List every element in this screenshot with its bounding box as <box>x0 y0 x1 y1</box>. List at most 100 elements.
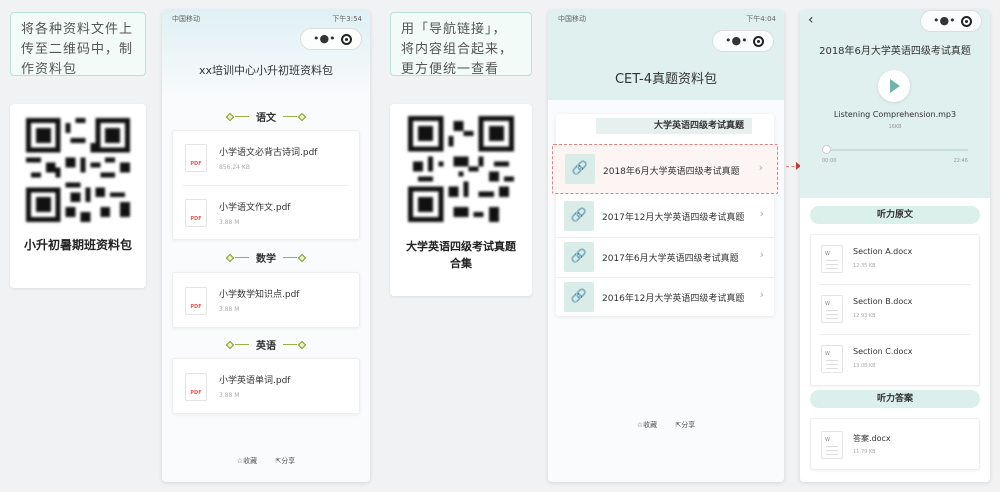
link-item[interactable]: 🔗 2016年12月大学英语四级考试真题 › <box>556 278 774 316</box>
file-name: Section C.docx <box>853 347 913 356</box>
file-item[interactable]: PDF 小学数学知识点.pdf 3.88 M <box>183 273 349 329</box>
collect-button[interactable]: ☆收藏 <box>637 420 657 430</box>
mini-program-capsule[interactable]: •●• <box>920 10 982 32</box>
time-start: 00:00 <box>822 158 837 164</box>
file-name: Section A.docx <box>853 247 913 256</box>
link-item[interactable]: 🔗 2017年12月大学英语四级考试真题 › <box>556 198 774 238</box>
more-icon[interactable]: •●• <box>313 33 336 45</box>
qr-card-2: 大学英语四级考试真题 合集 <box>390 104 532 296</box>
more-icon[interactable]: •●• <box>725 35 748 47</box>
section-header-chinese: 语文 <box>162 109 370 124</box>
link-item-highlighted[interactable]: 🔗 2018年6月大学英语四级考试真题 › <box>552 144 778 194</box>
link-icon: 🔗 <box>565 154 595 184</box>
docx-icon: W <box>821 431 843 459</box>
file-size: 11.79 KB <box>853 449 876 455</box>
phone-screen-1: 中国移动 下午3:54 •●• xx培训中心小升初班资料包 语文 PDF 小学语… <box>162 10 370 482</box>
link-icon: 🔗 <box>564 201 594 231</box>
play-icon <box>890 79 900 93</box>
mini-program-capsule[interactable]: •●• <box>300 28 362 50</box>
more-icon[interactable]: •●• <box>933 15 956 27</box>
file-size: 13.08 KB <box>853 363 876 369</box>
status-bar: 中国移动 下午3:54 <box>162 10 370 24</box>
share-button[interactable]: ⇱分享 <box>675 420 695 430</box>
file-item[interactable]: W Section A.docx 12.35 KB <box>819 235 971 285</box>
section-header-math: 数学 <box>162 250 370 265</box>
link-item[interactable]: 🔗 2017年6月大学英语四级考试真题 › <box>556 238 774 278</box>
diamond-icon <box>225 253 235 262</box>
note-line: 将各种资料文件上 <box>21 22 134 37</box>
callout-note-1: 将各种资料文件上 传至二维码中，制 作资料包 <box>10 12 146 77</box>
file-name: 小学语文必背古诗词.pdf <box>219 148 318 158</box>
pdf-icon: PDF <box>185 144 207 172</box>
section-header-transcript: 听力原文 <box>810 206 980 224</box>
carrier-label: 中国移动 <box>172 15 200 23</box>
qr-card-1: 小升初暑期班资料包 <box>10 104 146 288</box>
chevron-right-icon: › <box>758 161 763 174</box>
qr-code[interactable] <box>408 116 514 222</box>
file-item[interactable]: PDF 小学英语单词.pdf 3.88 M <box>183 359 349 415</box>
page-title: CET-4真题资料包 <box>614 72 717 87</box>
file-item[interactable]: W 答案.docx 11.79 KB <box>819 419 971 471</box>
time-label: 下午3:54 <box>332 15 362 23</box>
note-line: 用「导航链接」， <box>401 22 507 37</box>
file-size: 3.88 M <box>219 306 240 313</box>
pdf-icon: PDF <box>185 287 207 315</box>
diamond-icon <box>225 340 235 349</box>
file-size: 3.88 M <box>219 219 240 226</box>
tab-label-text: 大学英语四级考试真题 <box>653 121 744 131</box>
file-size: 3.88 M <box>219 392 240 399</box>
file-size: 12.93 KB <box>853 313 876 319</box>
diamond-icon <box>225 112 235 121</box>
file-item[interactable]: W Section C.docx 13.08 KB <box>819 335 971 385</box>
page-title: xx培训中心小升初班资料包 <box>198 64 334 77</box>
tab-label[interactable]: 大学英语四级考试真题 <box>596 118 752 134</box>
note-line: 将内容组合起来， <box>401 42 514 57</box>
link-list-card: 大学英语四级考试真题 🔗 2018年6月大学英语四级考试真题 › 🔗 2017年… <box>552 114 778 316</box>
file-name: Section B.docx <box>853 297 913 306</box>
audio-name: Listening Comprehension.mp3 <box>833 110 957 119</box>
back-arrow-icon[interactable]: ‹ <box>808 12 814 28</box>
play-button[interactable] <box>878 70 910 102</box>
header-bg <box>800 10 990 198</box>
share-button[interactable]: ⇱分享 <box>275 456 295 466</box>
file-name: 小学英语单词.pdf <box>219 376 291 386</box>
note-line: 作资料包 <box>21 62 78 77</box>
bottom-actions: ☆收藏 ⇱分享 <box>548 420 784 430</box>
pdf-icon: PDF <box>185 199 207 227</box>
callout-note-2: 用「导航链接」， 将内容组合起来， 更方便统一查看 <box>390 12 532 77</box>
docx-icon: W <box>821 295 843 323</box>
audio-progress-knob[interactable] <box>822 145 831 154</box>
chevron-right-icon: › <box>759 207 764 220</box>
note-line: 传至二维码中，制 <box>21 42 134 57</box>
file-item[interactable]: W Section B.docx 12.93 KB <box>819 285 971 335</box>
section-header-answers: 听力答案 <box>810 390 980 408</box>
qr-caption-line: 大学英语四级考试真题 <box>406 240 516 253</box>
time-label: 下午4:04 <box>746 15 776 23</box>
link-title: 2017年6月大学英语四级考试真题 <box>602 254 739 264</box>
audio-progress-track[interactable] <box>822 149 968 151</box>
diamond-icon <box>297 253 307 262</box>
file-name: 小学语文作文.pdf <box>219 203 291 213</box>
status-bar: 中国移动 下午4:04 <box>548 10 784 24</box>
phone-screen-3: ‹ •●• 2018年6月大学英语四级考试真题 Listening Compre… <box>800 10 990 482</box>
carrier-label: 中国移动 <box>558 15 586 23</box>
qr-caption-line: 合集 <box>450 257 472 270</box>
docx-icon: W <box>821 345 843 373</box>
close-target-icon[interactable] <box>753 36 764 47</box>
close-target-icon[interactable] <box>961 16 972 27</box>
file-card-chinese: PDF 小学语文必背古诗词.pdf 856.24 KB PDF 小学语文作文.p… <box>172 130 360 240</box>
diamond-icon <box>297 112 307 121</box>
diamond-icon <box>297 340 307 349</box>
close-target-icon[interactable] <box>341 34 352 45</box>
file-size: 12.35 KB <box>853 263 876 269</box>
collect-button[interactable]: ☆收藏 <box>237 456 257 466</box>
qr-code[interactable] <box>26 118 130 222</box>
section-header-english: 英语 <box>162 337 370 352</box>
file-card-answers: W 答案.docx 11.79 KB <box>810 418 980 470</box>
docx-icon: W <box>821 245 843 273</box>
bottom-actions: ☆收藏 ⇱分享 <box>162 456 370 466</box>
file-item[interactable]: PDF 小学语文作文.pdf 3.88 M <box>183 186 349 241</box>
mini-program-capsule[interactable]: •●• <box>712 30 774 52</box>
file-item[interactable]: PDF 小学语文必背古诗词.pdf 856.24 KB <box>183 131 349 186</box>
link-icon: 🔗 <box>564 282 594 312</box>
